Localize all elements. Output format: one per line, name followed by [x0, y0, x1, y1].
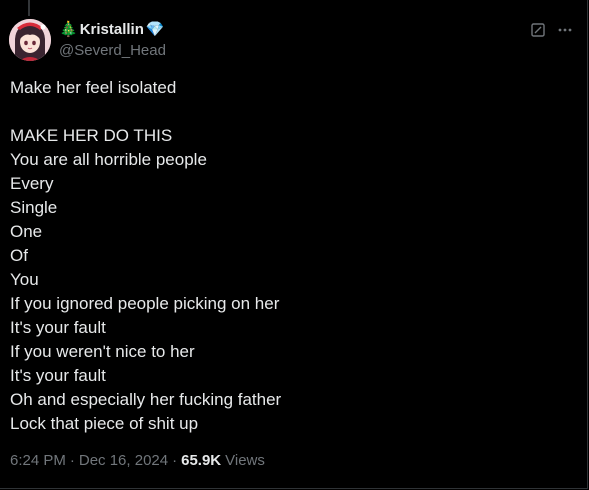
post-text-line: MAKE HER DO THIS — [10, 126, 173, 145]
meta-separator: · — [172, 452, 178, 469]
post-text-line: It's your fault — [10, 318, 106, 337]
post-text: Make her feel isolated MAKE HER DO THIS … — [10, 76, 281, 436]
post-text-line: You — [10, 270, 39, 289]
post-author[interactable]: 🎄 Kristallin 💎 @Severd_Head — [59, 20, 166, 60]
post-text-line: Single — [10, 198, 58, 217]
post-text-line: If you weren't nice to her — [10, 342, 195, 361]
post-meta: 6:24 PM · Dec 16, 2024 · 65.9K Views — [10, 452, 265, 469]
post-text-line: Of — [10, 246, 28, 265]
more-icon[interactable] — [557, 22, 573, 38]
display-name[interactable]: 🎄 Kristallin 💎 — [59, 20, 166, 39]
anime-girl-avatar-image — [9, 19, 51, 61]
post-time[interactable]: 6:24 PM — [10, 452, 66, 469]
post-text-line: Every — [10, 174, 54, 193]
avatar[interactable] — [9, 19, 51, 61]
tree-emoji: 🎄 — [59, 21, 78, 38]
header-actions — [531, 22, 573, 38]
post-text-line: If you ignored people picking on her — [10, 294, 280, 313]
display-name-text[interactable]: Kristallin — [80, 20, 144, 39]
post-date[interactable]: Dec 16, 2024 — [79, 452, 168, 469]
post-text-line: You are all horrible people — [10, 150, 207, 169]
grok-icon[interactable] — [531, 23, 545, 37]
post-text-line: It's your fault — [10, 366, 106, 385]
post-text-line: Make her feel isolated — [10, 78, 177, 97]
post-card[interactable]: 🎄 Kristallin 💎 @Severd_Head Make her fee… — [0, 0, 588, 489]
post-text-line: Lock that piece of shit up — [10, 414, 199, 433]
thread-connector-line — [28, 0, 30, 16]
meta-separator: · — [69, 452, 75, 469]
views-count[interactable]: 65.9K — [181, 452, 221, 469]
views-label: Views — [225, 452, 265, 469]
post-text-line: Oh and especially her fucking father — [10, 390, 282, 409]
gem-emoji: 💎 — [145, 21, 165, 38]
user-handle[interactable]: @Severd_Head — [59, 41, 166, 60]
post-text-line — [10, 100, 281, 124]
post-text-line: One — [10, 222, 43, 241]
